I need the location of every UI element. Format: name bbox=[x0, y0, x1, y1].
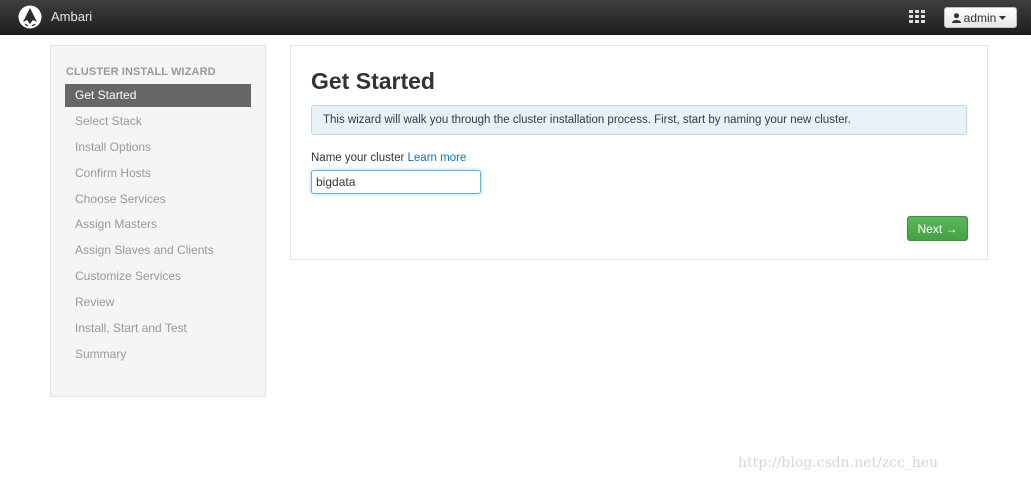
watermark: http://blog.csdn.net/zcc_heu bbox=[738, 455, 939, 471]
learn-more-link[interactable]: Learn more bbox=[408, 152, 467, 164]
wizard-step-assign-slaves[interactable]: Assign Slaves and Clients bbox=[65, 239, 251, 262]
next-button[interactable]: Next → bbox=[907, 216, 968, 241]
wizard-step-get-started[interactable]: Get Started bbox=[65, 84, 251, 107]
wizard-step-review[interactable]: Review bbox=[65, 291, 251, 314]
wizard-step-choose-services[interactable]: Choose Services bbox=[65, 188, 251, 211]
cluster-name-label: Name your cluster Learn more bbox=[311, 152, 466, 164]
wizard-steps-list: Get Started Select Stack Install Options… bbox=[65, 84, 251, 369]
user-menu-button[interactable]: admin bbox=[944, 7, 1017, 28]
top-navbar: Ambari admin bbox=[0, 0, 1031, 35]
wizard-sidebar: CLUSTER INSTALL WIZARD Get Started Selec… bbox=[50, 45, 266, 397]
wizard-sidebar-header: CLUSTER INSTALL WIZARD bbox=[66, 66, 216, 78]
info-alert: This wizard will walk you through the cl… bbox=[311, 105, 967, 135]
user-name: admin bbox=[963, 10, 997, 25]
wizard-step-install-start-test[interactable]: Install, Start and Test bbox=[65, 317, 251, 340]
wizard-step-install-options[interactable]: Install Options bbox=[65, 136, 251, 159]
get-started-panel: Get Started This wizard will walk you th… bbox=[290, 45, 988, 260]
wizard-step-customize-services[interactable]: Customize Services bbox=[65, 265, 251, 288]
cluster-name-input[interactable] bbox=[311, 170, 481, 194]
app-title[interactable]: Ambari bbox=[51, 9, 92, 24]
wizard-step-select-stack[interactable]: Select Stack bbox=[65, 110, 251, 133]
user-icon bbox=[951, 12, 961, 23]
page-title: Get Started bbox=[311, 68, 435, 94]
wizard-step-summary[interactable]: Summary bbox=[65, 343, 251, 366]
ambari-logo-icon[interactable] bbox=[18, 5, 42, 29]
apps-grid-icon[interactable] bbox=[909, 10, 925, 23]
wizard-step-confirm-hosts[interactable]: Confirm Hosts bbox=[65, 162, 251, 185]
cluster-name-label-text: Name your cluster bbox=[311, 152, 405, 164]
caret-down-icon bbox=[999, 15, 1007, 20]
wizard-step-assign-masters[interactable]: Assign Masters bbox=[65, 213, 251, 236]
